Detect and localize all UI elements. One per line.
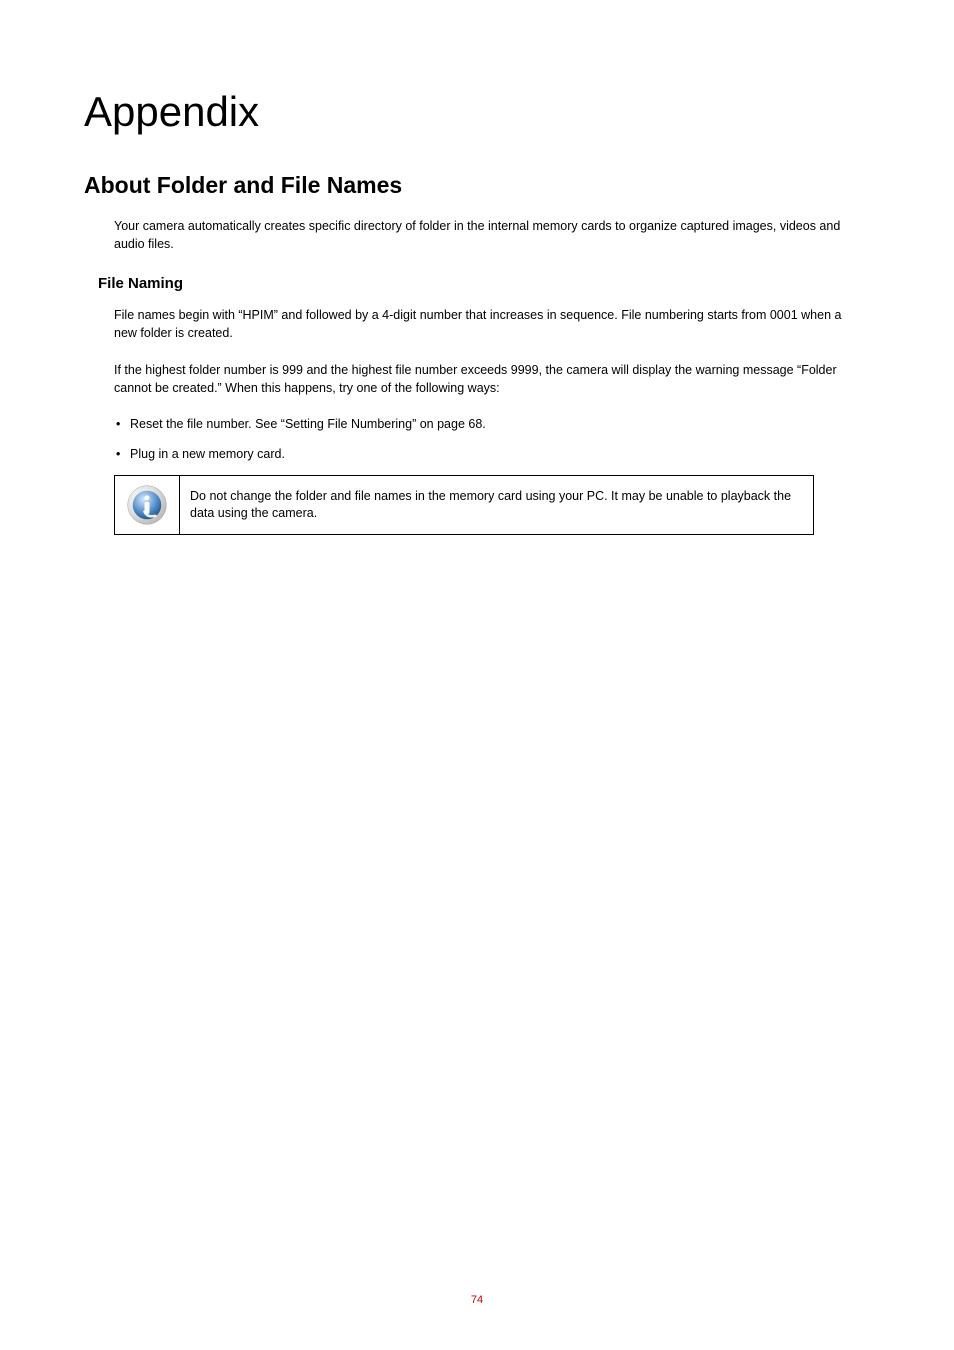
- intro-paragraph: Your camera automatically creates specif…: [114, 217, 854, 253]
- document-page: Appendix About Folder and File Names You…: [0, 0, 954, 1350]
- section-title: About Folder and File Names: [84, 172, 870, 199]
- note-box: Do not change the folder and file names …: [114, 475, 814, 535]
- bullet-list: Reset the file number. See “Setting File…: [114, 415, 870, 463]
- subsection-title: File Naming: [98, 275, 870, 292]
- info-note-icon: [126, 484, 168, 526]
- note-icon-cell: [115, 476, 180, 534]
- paragraph-2: If the highest folder number is 999 and …: [114, 361, 864, 397]
- note-text: Do not change the folder and file names …: [180, 480, 813, 531]
- list-item: Reset the file number. See “Setting File…: [114, 415, 870, 433]
- paragraph-1: File names begin with “HPIM” and followe…: [114, 306, 864, 342]
- list-item: Plug in a new memory card.: [114, 445, 870, 463]
- chapter-title: Appendix: [84, 88, 870, 136]
- page-number: 74: [0, 1294, 954, 1306]
